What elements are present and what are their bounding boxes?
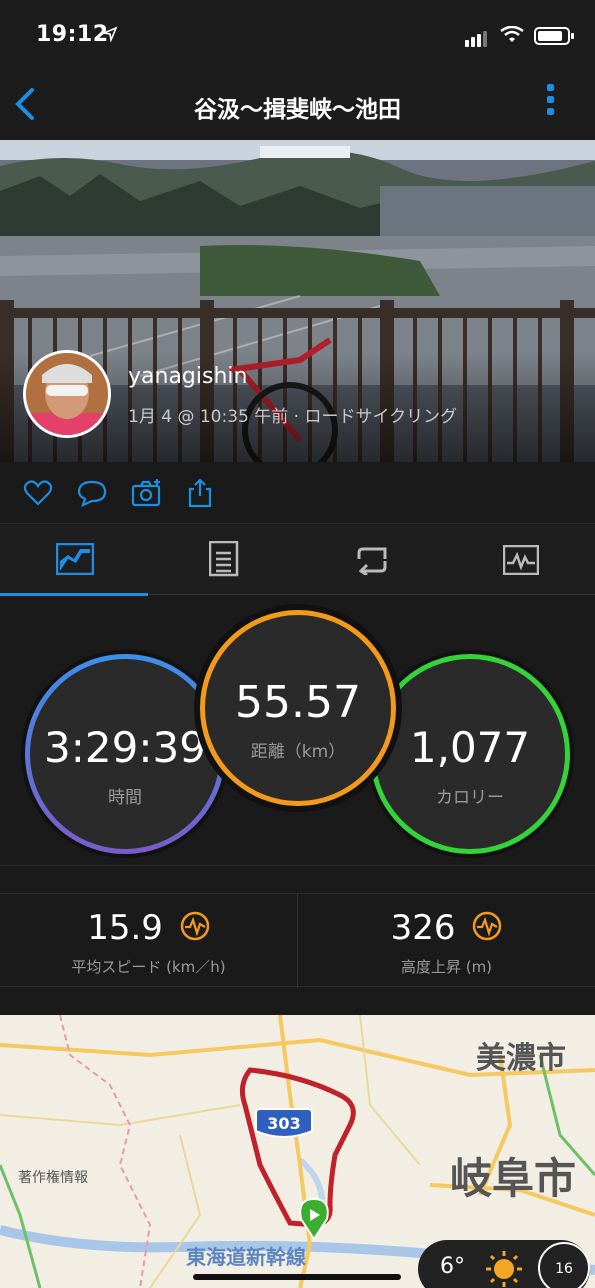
stats-row: 15.9 平均スピード (km／h) 326 高度上昇 (m): [0, 893, 595, 988]
add-photo-icon[interactable]: [131, 478, 163, 508]
home-indicator: [193, 1274, 401, 1280]
rail-label: 東海道新幹線: [186, 1245, 306, 1269]
tab-laps[interactable]: [298, 525, 446, 595]
wind-speed: 16: [538, 1242, 590, 1288]
tab-details[interactable]: [149, 525, 297, 595]
tab-overview[interactable]: [0, 525, 148, 596]
activity-photo[interactable]: yanagishin 1月 4 @ 10:35 午前 · ロードサイクリング: [0, 140, 595, 462]
battery-icon: [534, 27, 574, 45]
photo-scenery: [0, 146, 595, 236]
nav-bar: 谷汲〜揖斐峡〜池田: [0, 70, 595, 140]
username[interactable]: yanagishin: [128, 364, 247, 389]
distance-label: 距離（km）: [250, 742, 346, 762]
route-map[interactable]: 303 美濃市 岐阜市 著作権情報 東海道新幹線 6° 16: [0, 1015, 595, 1288]
distance-value: 55.57: [235, 677, 361, 728]
weather-widget[interactable]: 6° 16: [418, 1240, 590, 1288]
cell-signal-icon: [465, 28, 489, 47]
chart-pulse-icon: [180, 911, 209, 941]
share-icon[interactable]: [185, 478, 215, 508]
start-pin-icon[interactable]: [297, 1197, 331, 1241]
city-gifu: 岐阜市: [450, 1154, 577, 1203]
tab-bar: [0, 525, 595, 596]
tab-charts[interactable]: [447, 525, 595, 595]
status-time: 19:12: [36, 22, 109, 47]
charts-graph-icon: [503, 545, 539, 575]
elevation-value: 326: [390, 908, 456, 948]
location-arrow-icon: [102, 26, 118, 42]
like-heart-icon[interactable]: [23, 478, 53, 508]
comment-icon[interactable]: [77, 478, 107, 508]
details-document-icon: [209, 541, 239, 577]
distance-circle[interactable]: 55.57 距離（km）: [200, 610, 396, 806]
sun-icon: [486, 1251, 522, 1287]
duration-value: 3:29:39: [44, 723, 206, 772]
status-bar: 19:12: [0, 0, 595, 70]
more-options-icon[interactable]: [538, 84, 562, 124]
calories-circle[interactable]: 1,077 カロリー: [370, 654, 570, 854]
duration-label: 時間: [108, 788, 142, 808]
wifi-icon: [500, 26, 524, 42]
avatar-face: [26, 353, 108, 435]
calories-value: 1,077: [409, 723, 531, 772]
weather-temperature: 6°: [440, 1254, 465, 1279]
avg-speed-stat[interactable]: 15.9 平均スピード (km／h): [0, 894, 297, 988]
elevation-stat[interactable]: 326 高度上昇 (m): [298, 894, 595, 988]
action-bar: [0, 462, 595, 524]
avatar[interactable]: [23, 350, 111, 438]
laps-loop-icon: [357, 547, 387, 575]
avg-speed-value: 15.9: [87, 908, 163, 948]
calories-label: カロリー: [436, 788, 504, 808]
duration-circle[interactable]: 3:29:39 時間: [25, 654, 225, 854]
city-mino: 美濃市: [476, 1041, 566, 1076]
elevation-row: 326: [298, 908, 595, 948]
avg-speed-label: 平均スピード (km／h): [71, 958, 226, 976]
chart-pulse-icon: [473, 911, 502, 941]
elevation-label: 高度上昇 (m): [400, 958, 493, 976]
overview-chart-icon: [56, 543, 94, 575]
activity-meta: 1月 4 @ 10:35 午前 · ロードサイクリング: [128, 407, 458, 427]
copyright-label[interactable]: 著作権情報: [18, 1167, 88, 1187]
page-title: 谷汲〜揖斐峡〜池田: [194, 97, 401, 123]
route-number: 303: [267, 1114, 301, 1133]
avg-speed-row: 15.9: [0, 908, 297, 948]
stat-circles: 3:29:39 時間 1,077 カロリー 55.57 距離（km）: [0, 596, 595, 866]
